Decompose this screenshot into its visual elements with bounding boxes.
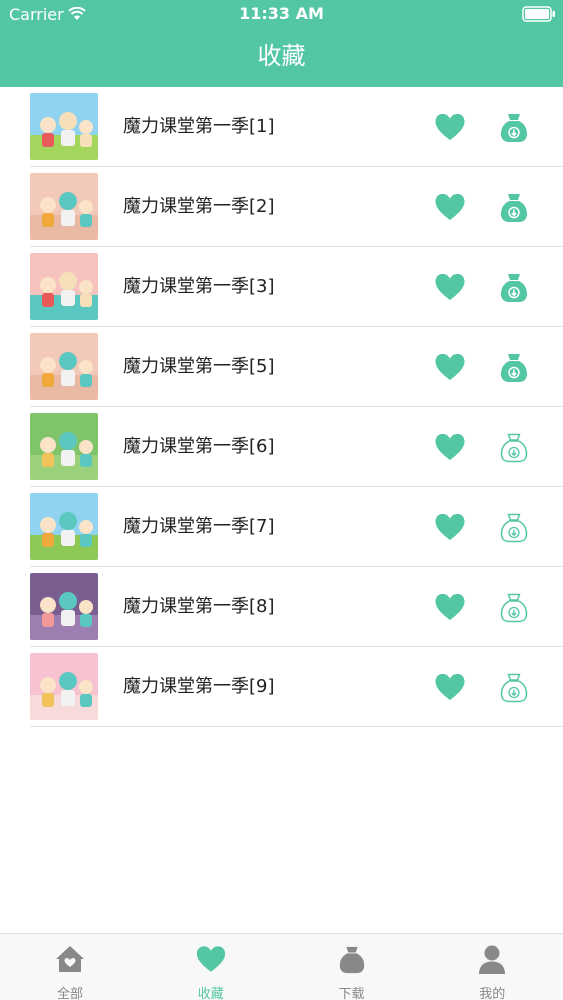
downloaded-bag-icon[interactable] [500,271,528,303]
video-thumbnail[interactable] [30,493,98,560]
video-title: 魔力课堂第一季[8] [123,596,275,617]
downloaded-bag-icon[interactable] [500,351,528,383]
favorites-list: 魔力课堂第一季[1] 魔力课堂第一季[2] 魔力课堂第一季[3] 魔力课堂第一季[5]… [0,87,563,727]
favorite-heart-icon[interactable] [433,432,467,462]
favorite-heart-icon[interactable] [433,592,467,622]
favorite-heart-icon[interactable] [433,272,467,302]
video-title: 魔力课堂第一季[6] [123,436,275,457]
video-title: 魔力课堂第一季[5] [123,356,275,377]
video-thumbnail[interactable] [30,413,98,480]
tab-mine[interactable]: 我的 [422,934,562,1000]
video-thumbnail[interactable] [30,173,98,240]
nav-header: Carrier 11:33 AM 收藏 [0,0,563,87]
list-item[interactable]: 魔力课堂第一季[9] [0,647,563,727]
tab-favorites[interactable]: 收藏 [141,934,281,1000]
person-icon [476,944,508,974]
status-bar: Carrier 11:33 AM [0,0,563,30]
tab-label: 全部 [56,987,83,1000]
favorite-heart-icon[interactable] [433,672,467,702]
download-bag-icon[interactable] [500,511,528,543]
downloaded-bag-icon[interactable] [500,191,528,223]
video-title: 魔力课堂第一季[1] [123,116,275,137]
video-thumbnail[interactable] [30,333,98,400]
video-title: 魔力课堂第一季[7] [123,516,275,537]
download-bag-icon[interactable] [500,671,528,703]
heart-icon [195,944,227,974]
tab-label: 收藏 [197,987,224,1000]
download-bag-icon[interactable] [500,591,528,623]
list-item[interactable]: 魔力课堂第一季[3] [0,247,563,327]
favorite-heart-icon[interactable] [433,352,467,382]
download-bag-icon[interactable] [500,431,528,463]
home-icon [54,944,86,974]
battery-icon [522,6,556,22]
video-title: 魔力课堂第一季[3] [123,276,275,297]
favorite-heart-icon[interactable] [433,112,467,142]
list-item[interactable]: 魔力课堂第一季[5] [0,327,563,407]
video-thumbnail[interactable] [30,93,98,160]
video-title: 魔力课堂第一季[9] [123,676,275,697]
download-bag-icon [336,944,368,974]
tab-bar: 全部 收藏 下载 我的 [0,933,563,1000]
video-title: 魔力课堂第一季[2] [123,196,275,217]
page-title: 收藏 [257,42,306,70]
list-item[interactable]: 魔力课堂第一季[6] [0,407,563,487]
tab-all[interactable]: 全部 [0,934,140,1000]
list-item[interactable]: 魔力课堂第一季[8] [0,567,563,647]
tab-label: 我的 [479,987,506,1000]
list-item[interactable]: 魔力课堂第一季[2] [0,167,563,247]
status-time: 11:33 AM [239,4,324,23]
list-item[interactable]: 魔力课堂第一季[1] [0,87,563,167]
favorite-heart-icon[interactable] [433,512,467,542]
tab-label: 下载 [338,987,365,1000]
downloaded-bag-icon[interactable] [500,111,528,143]
list-item[interactable]: 魔力课堂第一季[7] [0,487,563,567]
video-thumbnail[interactable] [30,573,98,640]
video-thumbnail[interactable] [30,653,98,720]
video-thumbnail[interactable] [30,253,98,320]
tab-downloads[interactable]: 下载 [282,934,422,1000]
favorite-heart-icon[interactable] [433,192,467,222]
